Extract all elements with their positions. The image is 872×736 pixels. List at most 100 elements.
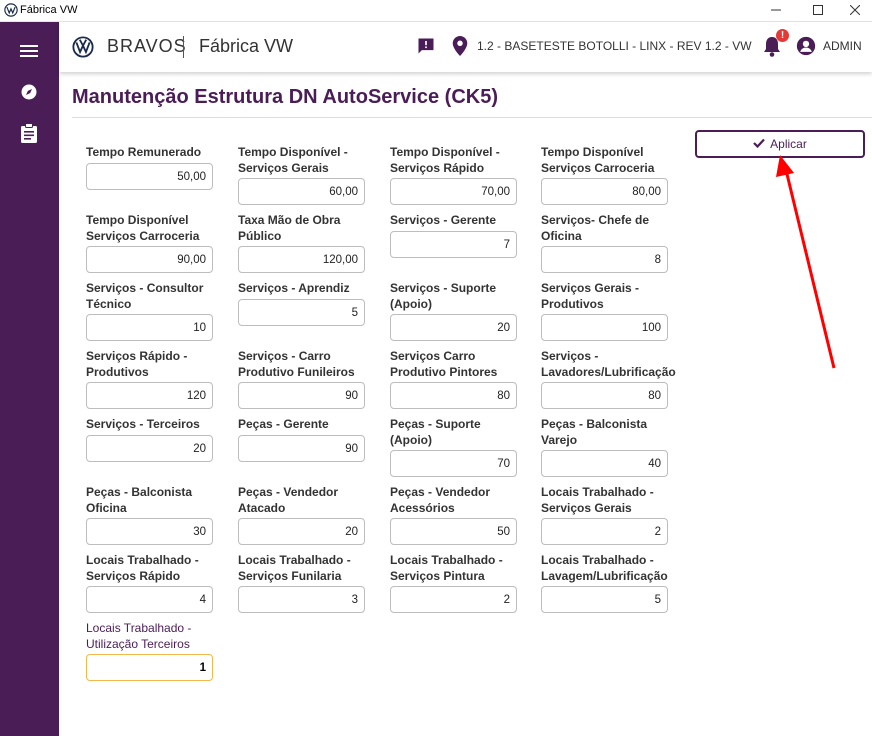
field-input[interactable] bbox=[238, 382, 365, 409]
form-field: Tempo Disponível Serviços Carroceria bbox=[86, 212, 226, 273]
clipboard-icon bbox=[20, 122, 38, 148]
menu-icon bbox=[20, 44, 38, 63]
form-field: Serviços - Carro Produtivo Funileiros bbox=[238, 348, 378, 409]
field-label: Tempo Disponível Serviços Carroceria bbox=[541, 145, 655, 175]
sidebar-item-tasks[interactable] bbox=[18, 122, 40, 148]
form-field: Serviços- Chefe de Oficina bbox=[541, 212, 681, 273]
close-icon bbox=[849, 2, 861, 20]
form-field: Serviços - Terceiros bbox=[86, 416, 226, 462]
field-input[interactable] bbox=[390, 450, 517, 477]
form-field: Serviços - Lavadores/Lubrificação bbox=[541, 348, 681, 409]
form-field: Serviços - Gerente bbox=[390, 212, 530, 258]
field-label: Locais Trabalhado - Utilização Terceiros bbox=[86, 621, 192, 651]
form-field: Peças - Balconista Oficina bbox=[86, 484, 226, 545]
field-label: Serviços- Chefe de Oficina bbox=[541, 213, 650, 243]
field-label: Peças - Balconista Varejo bbox=[541, 417, 648, 447]
brand-name: BRAVOS bbox=[107, 36, 187, 56]
page-title: Manutenção Estrutura DN AutoService (CK5… bbox=[72, 86, 498, 108]
field-input[interactable] bbox=[86, 314, 213, 341]
field-input[interactable] bbox=[238, 435, 365, 462]
field-input[interactable] bbox=[238, 518, 365, 545]
field-label: Peças - Vendedor Atacado bbox=[238, 485, 339, 515]
field-label: Locais Trabalhado - Serviços Pintura bbox=[390, 553, 503, 583]
sidebar bbox=[0, 22, 59, 736]
compass-icon bbox=[20, 83, 38, 106]
field-label: Serviços - Suporte (Apoio) bbox=[390, 281, 497, 311]
field-input[interactable] bbox=[390, 314, 517, 341]
field-input[interactable] bbox=[86, 163, 213, 190]
field-label: Locais Trabalhado - Serviços Funilaria bbox=[238, 553, 351, 583]
field-input[interactable] bbox=[86, 518, 213, 545]
field-input[interactable] bbox=[390, 231, 517, 258]
field-input[interactable] bbox=[86, 382, 213, 409]
location-selector[interactable]: 1.2 - BASETESTE BOTOLLI - LINX - REV 1.2… bbox=[477, 39, 752, 53]
window-title: Fábrica VW bbox=[20, 4, 78, 16]
form-field: Peças - Vendedor Acessórios bbox=[390, 484, 530, 545]
field-label: Taxa Mão de Obra Público bbox=[238, 213, 341, 243]
form-field: Serviços Rápido - Produtivos bbox=[86, 348, 226, 409]
field-input[interactable] bbox=[541, 314, 668, 341]
vw-logo-icon bbox=[72, 36, 94, 63]
field-label: Serviços Gerais - Produtivos bbox=[541, 281, 640, 311]
app-name: Fábrica VW bbox=[199, 36, 294, 56]
field-input[interactable] bbox=[238, 586, 365, 613]
field-input[interactable] bbox=[390, 518, 517, 545]
field-label: Serviços - Consultor Técnico bbox=[86, 281, 204, 311]
user-avatar-icon[interactable] bbox=[796, 36, 816, 61]
field-input[interactable] bbox=[86, 586, 213, 613]
form-field: Serviços Carro Produtivo Pintores bbox=[390, 348, 530, 409]
field-label: Tempo Disponível - Serviços Gerais bbox=[238, 145, 348, 175]
field-input[interactable] bbox=[541, 382, 668, 409]
field-input[interactable] bbox=[86, 246, 213, 273]
maximize-icon bbox=[813, 2, 823, 20]
field-input[interactable] bbox=[541, 450, 668, 477]
field-input[interactable] bbox=[86, 435, 213, 462]
form-field-active: Locais Trabalhado - Utilização Terceiros bbox=[86, 620, 226, 681]
field-label: Peças - Suporte (Apoio) bbox=[390, 417, 481, 447]
form-field: Locais Trabalhado - Serviços Pintura bbox=[390, 552, 530, 613]
field-input[interactable] bbox=[541, 246, 668, 273]
location-pin-icon[interactable] bbox=[452, 36, 468, 61]
maximize-button[interactable] bbox=[801, 0, 835, 22]
menu-button[interactable] bbox=[18, 42, 40, 64]
form-field: Locais Trabalhado - Serviços Rápido bbox=[86, 552, 226, 613]
field-input-focused[interactable] bbox=[86, 654, 213, 681]
feedback-icon[interactable] bbox=[416, 36, 436, 61]
field-label: Serviços Carro Produtivo Pintores bbox=[390, 349, 498, 379]
field-label: Serviços - Lavadores/Lubrificação bbox=[541, 349, 676, 379]
form-field: Serviços - Aprendiz bbox=[238, 280, 378, 326]
field-input[interactable] bbox=[541, 586, 668, 613]
field-input[interactable] bbox=[390, 178, 517, 205]
form-field: Peças - Balconista Varejo bbox=[541, 416, 681, 477]
notification-badge: ! bbox=[776, 29, 789, 42]
title-divider bbox=[72, 117, 872, 118]
form-field: Tempo Disponível - Serviços Gerais bbox=[238, 144, 378, 205]
field-input[interactable] bbox=[238, 299, 365, 326]
field-label: Tempo Disponível Serviços Carroceria bbox=[86, 213, 200, 243]
field-label: Locais Trabalhado - Lavagem/Lubrificação bbox=[541, 553, 668, 583]
field-label: Locais Trabalhado - Serviços Gerais bbox=[541, 485, 654, 515]
form-field: Serviços Gerais - Produtivos bbox=[541, 280, 681, 341]
field-input[interactable] bbox=[541, 178, 668, 205]
field-input[interactable] bbox=[238, 246, 365, 273]
minimize-button[interactable] bbox=[759, 0, 793, 22]
form-field: Locais Trabalhado - Serviços Funilaria bbox=[238, 552, 378, 613]
user-name[interactable]: ADMIN bbox=[823, 39, 862, 53]
form-field: Tempo Remunerado bbox=[86, 144, 226, 190]
form-field: Tempo Disponível Serviços Carroceria bbox=[541, 144, 681, 205]
form-field: Locais Trabalhado - Serviços Gerais bbox=[541, 484, 681, 545]
header-divider bbox=[183, 36, 184, 58]
field-input[interactable] bbox=[390, 586, 517, 613]
field-input[interactable] bbox=[238, 178, 365, 205]
field-label: Tempo Disponível - Serviços Rápido bbox=[390, 145, 500, 175]
field-input[interactable] bbox=[541, 518, 668, 545]
close-button[interactable] bbox=[838, 0, 872, 22]
field-label: Serviços - Carro Produtivo Funileiros bbox=[238, 349, 355, 379]
form-field: Peças - Gerente bbox=[238, 416, 378, 462]
field-input[interactable] bbox=[390, 382, 517, 409]
form-field: Locais Trabalhado - Lavagem/Lubrificação bbox=[541, 552, 681, 613]
sidebar-item-explore[interactable] bbox=[18, 83, 40, 105]
form-field: Taxa Mão de Obra Público bbox=[238, 212, 378, 273]
minimize-icon bbox=[771, 2, 781, 20]
form-field: Serviços - Suporte (Apoio) bbox=[390, 280, 530, 341]
